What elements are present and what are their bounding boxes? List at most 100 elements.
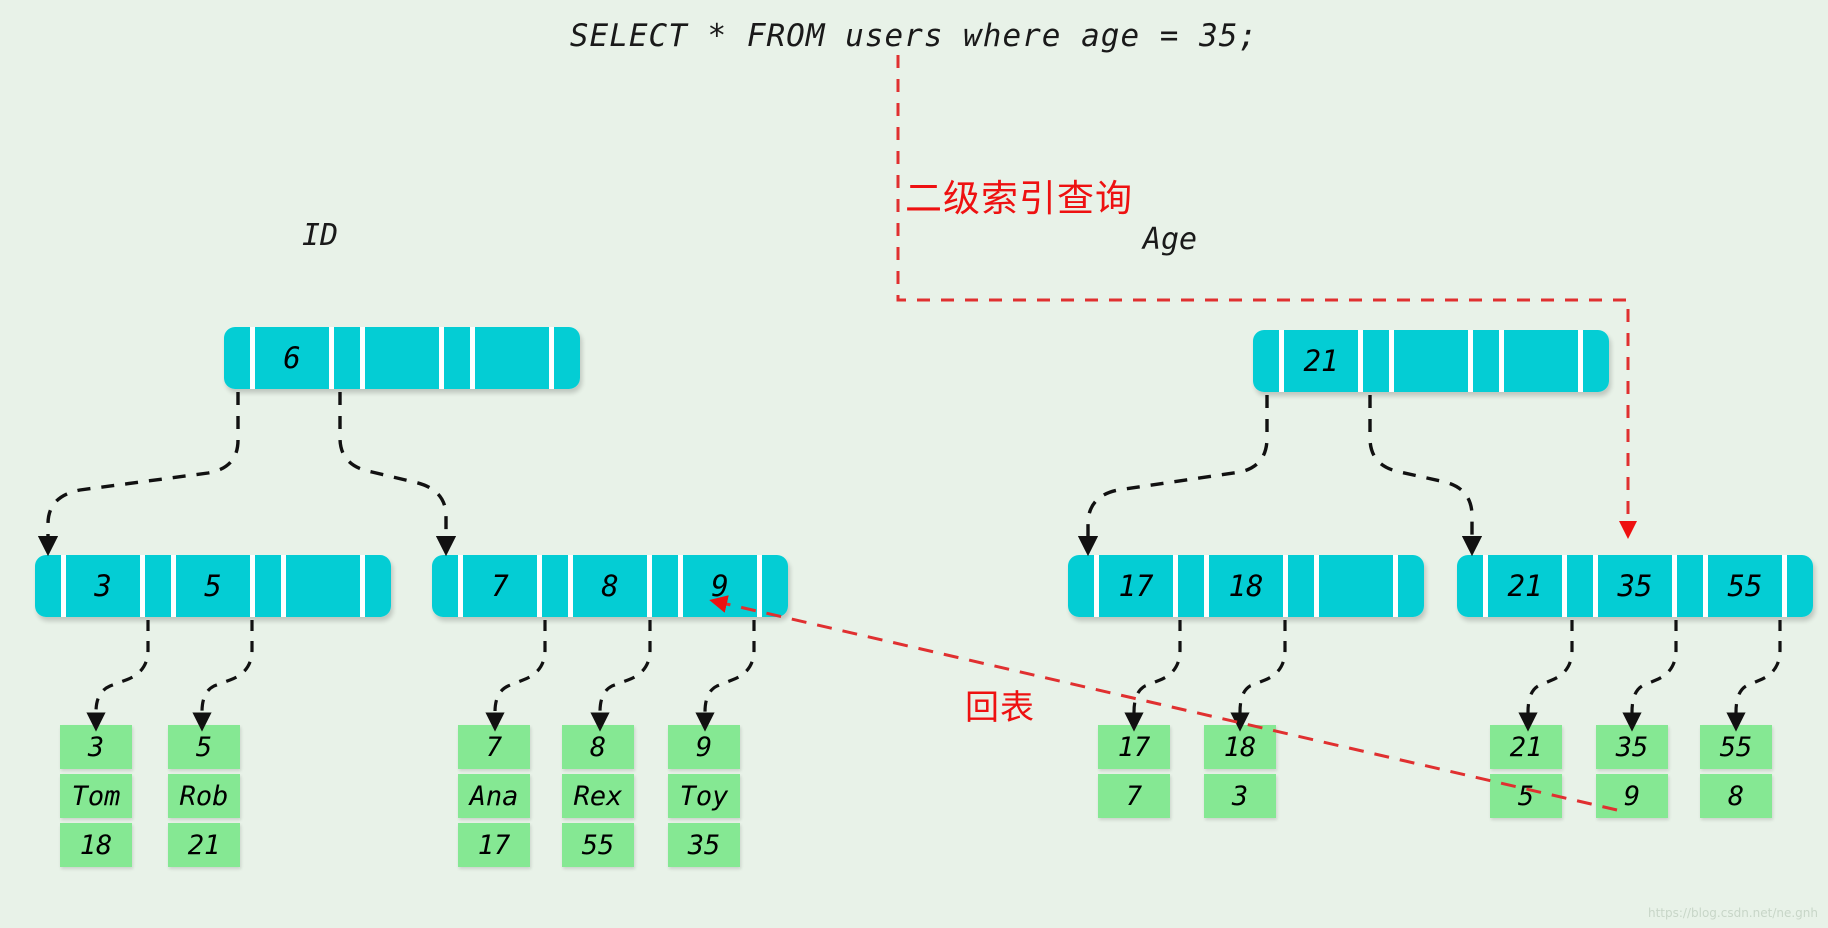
node-pointer-cell — [224, 327, 250, 389]
node-key-cell-highlighted: 35 — [1598, 555, 1672, 617]
edge-age-leaf-to-record-18 — [1230, 620, 1287, 732]
node-key-cell: 7 — [463, 555, 537, 617]
node-pointer-cell — [1473, 330, 1499, 392]
id-record-block[interactable]: 7 Ana 17 — [458, 725, 530, 867]
edge-id-root-to-right-leaf — [338, 392, 457, 557]
node-pointer-cell — [1398, 555, 1424, 617]
age-leaf-node-left[interactable]: 17 18 — [1068, 555, 1424, 617]
edge-age-leaf-to-record-21 — [1518, 620, 1574, 732]
edge-age-root-to-right-leaf — [1368, 395, 1483, 557]
age-record-block[interactable]: 21 5 — [1490, 725, 1562, 818]
node-key-cell: 21 — [1284, 330, 1358, 392]
record-field: 8 — [1700, 774, 1772, 818]
node-pointer-cell — [334, 327, 360, 389]
node-pointer-cell — [1178, 555, 1204, 617]
record-field: 7 — [458, 725, 530, 769]
record-field: 8 — [562, 725, 634, 769]
record-field: Rex — [562, 774, 634, 818]
edge-id-leaf-to-record-8 — [590, 620, 652, 732]
edge-id-leaf-to-record-9 — [695, 620, 756, 732]
edge-age-leaf-to-record-35 — [1622, 620, 1678, 732]
record-field: 5 — [1490, 774, 1562, 818]
age-record-block-highlighted[interactable]: 35 9 — [1596, 725, 1668, 818]
record-field: Tom — [60, 774, 132, 818]
edge-id-leaf-to-record-3 — [86, 620, 150, 732]
node-pointer-cell — [1583, 330, 1609, 392]
record-field: 7 — [1098, 774, 1170, 818]
record-field: 55 — [1700, 725, 1772, 769]
id-record-block[interactable]: 8 Rex 55 — [562, 725, 634, 867]
node-key-cell: 21 — [1488, 555, 1562, 617]
node-pointer-cell — [365, 555, 391, 617]
record-field: 21 — [1490, 725, 1562, 769]
record-field: 9 — [1596, 774, 1668, 818]
record-field: 17 — [1098, 725, 1170, 769]
node-pointer-cell — [542, 555, 568, 617]
edge-id-leaf-to-record-5 — [192, 620, 254, 732]
node-pointer-cell — [444, 327, 470, 389]
age-tree-label: Age — [1142, 222, 1198, 257]
record-field: Ana — [458, 774, 530, 818]
record-field: 3 — [1204, 774, 1276, 818]
id-leaf-node-right[interactable]: 7 8 9 — [432, 555, 788, 617]
id-record-block[interactable]: 3 Tom 18 — [60, 725, 132, 867]
node-key-cell — [286, 555, 360, 617]
edge-age-leaf-to-record-17 — [1124, 620, 1182, 732]
node-key-cell: 18 — [1209, 555, 1283, 617]
id-record-block[interactable]: 9 Toy 35 — [668, 725, 740, 867]
node-pointer-cell — [1068, 555, 1094, 617]
node-pointer-cell — [1787, 555, 1813, 617]
node-pointer-cell — [35, 555, 61, 617]
record-field: 17 — [458, 823, 530, 867]
node-pointer-cell — [1677, 555, 1703, 617]
record-field: 18 — [60, 823, 132, 867]
node-key-cell: 8 — [573, 555, 647, 617]
node-key-cell: 55 — [1708, 555, 1782, 617]
node-pointer-cell — [1288, 555, 1314, 617]
record-field: Rob — [168, 774, 240, 818]
node-key-cell — [365, 327, 439, 389]
record-field: 18 — [1204, 725, 1276, 769]
node-key-cell: 6 — [255, 327, 329, 389]
record-field: 9 — [668, 725, 740, 769]
node-key-cell: 17 — [1099, 555, 1173, 617]
edge-age-leaf-to-record-55 — [1726, 620, 1782, 732]
node-key-cell: 5 — [176, 555, 250, 617]
record-field: 3 — [60, 725, 132, 769]
id-record-block[interactable]: 5 Rob 21 — [168, 725, 240, 867]
diagram-canvas: SELECT * FROM users where age = 35; ID A… — [0, 0, 1828, 928]
edge-id-leaf-to-record-7 — [485, 620, 547, 732]
record-field: 35 — [1596, 725, 1668, 769]
age-record-block[interactable]: 55 8 — [1700, 725, 1772, 818]
record-field: 35 — [668, 823, 740, 867]
node-pointer-cell — [1567, 555, 1593, 617]
edge-age-root-to-left-leaf — [1077, 395, 1269, 557]
age-leaf-node-right[interactable]: 21 35 55 — [1457, 555, 1813, 617]
node-pointer-cell — [652, 555, 678, 617]
secondary-index-lookup-path — [896, 55, 1637, 539]
age-record-block[interactable]: 18 3 — [1204, 725, 1276, 818]
age-root-node[interactable]: 21 — [1253, 330, 1609, 392]
id-tree-label: ID — [301, 218, 339, 253]
record-field: Toy — [668, 774, 740, 818]
node-pointer-cell — [255, 555, 281, 617]
edge-id-root-to-left-leaf — [37, 392, 240, 557]
node-key-cell: 3 — [66, 555, 140, 617]
node-pointer-cell — [145, 555, 171, 617]
node-pointer-cell — [1363, 330, 1389, 392]
record-field: 55 — [562, 823, 634, 867]
node-key-cell — [1319, 555, 1393, 617]
watermark: https://blog.csdn.net/ne.gnh — [1648, 906, 1818, 920]
back-to-table-annotation: 回表 — [965, 688, 1035, 728]
node-key-cell — [1504, 330, 1578, 392]
id-root-node[interactable]: 6 — [224, 327, 580, 389]
node-key-cell — [475, 327, 549, 389]
node-pointer-cell — [554, 327, 580, 389]
node-key-cell: 9 — [683, 555, 757, 617]
node-pointer-cell — [432, 555, 458, 617]
id-leaf-node-left[interactable]: 3 5 — [35, 555, 391, 617]
record-field: 21 — [168, 823, 240, 867]
node-pointer-cell — [1457, 555, 1483, 617]
age-record-block[interactable]: 17 7 — [1098, 725, 1170, 818]
record-field: 5 — [168, 725, 240, 769]
